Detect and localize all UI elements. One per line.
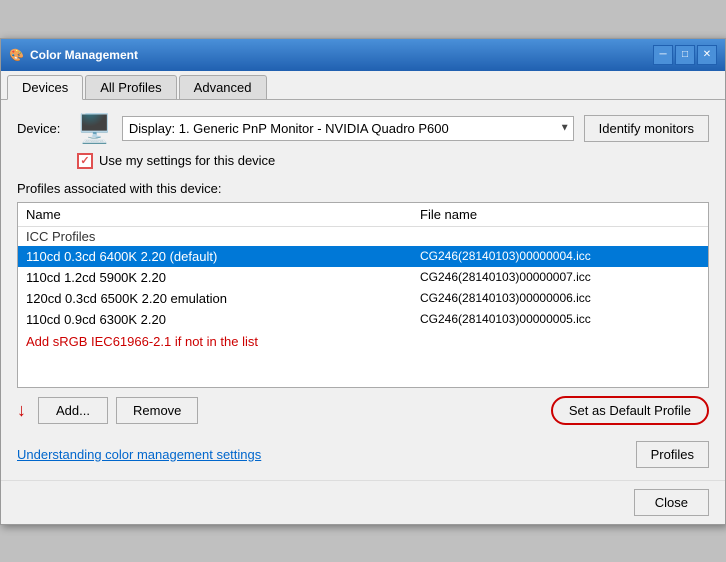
close-title-button[interactable]: ✕ [697,45,717,65]
checkbox-label: Use my settings for this device [99,153,275,168]
remove-button[interactable]: Remove [116,397,198,424]
table-row[interactable]: 110cd 0.3cd 6400K 2.20 (default) CG246(2… [18,246,708,267]
identify-monitors-button[interactable]: Identify monitors [584,115,709,142]
row-filename: CG246(28140103)00000005.icc [420,312,700,327]
profiles-table: Name File name ICC Profiles 110cd 0.3cd … [17,202,709,388]
set-default-wrapper: Set as Default Profile [551,396,709,425]
icc-profiles-group-header: ICC Profiles [18,227,708,246]
column-name-header: Name [26,207,420,222]
row-filename: CG246(28140103)00000004.icc [420,249,700,264]
device-row: Device: 🖥️ Display: 1. Generic PnP Monit… [17,112,709,145]
table-header: Name File name [18,203,708,227]
maximize-button[interactable]: □ [675,45,695,65]
minimize-button[interactable]: ─ [653,45,673,65]
profiles-button[interactable]: Profiles [636,441,709,468]
color-management-window: 🎨 Color Management ─ □ ✕ Devices All Pro… [0,38,726,525]
row-filename: CG246(28140103)00000007.icc [420,270,700,285]
title-bar: 🎨 Color Management ─ □ ✕ [1,39,725,71]
main-content: Device: 🖥️ Display: 1. Generic PnP Monit… [1,100,725,480]
tab-all-profiles[interactable]: All Profiles [85,75,176,99]
bottom-buttons: ↓ Add... Remove Set as Default Profile [17,396,709,425]
understanding-link[interactable]: Understanding color management settings [17,447,261,462]
checkbox-row: ✓ Use my settings for this device [77,153,709,169]
window-title: Color Management [30,48,138,62]
profiles-section-label: Profiles associated with this device: [17,181,709,196]
close-button[interactable]: Close [634,489,709,516]
checkmark-icon: ✓ [80,154,89,167]
device-select[interactable]: Display: 1. Generic PnP Monitor - NVIDIA… [122,116,574,141]
add-button[interactable]: Add... [38,397,108,424]
table-row[interactable]: 110cd 1.2cd 5900K 2.20 CG246(28140103)00… [18,267,708,288]
set-default-button[interactable]: Set as Default Profile [551,396,709,425]
row-name: 110cd 0.9cd 6300K 2.20 [26,312,420,327]
tab-advanced[interactable]: Advanced [179,75,267,99]
title-bar-left: 🎨 Color Management [9,48,138,62]
tab-devices[interactable]: Devices [7,75,83,100]
row-name: 110cd 0.3cd 6400K 2.20 (default) [26,249,420,264]
close-row: Close [1,480,725,524]
btn-group-left: ↓ Add... Remove [17,397,198,424]
use-settings-checkbox[interactable]: ✓ [77,153,93,169]
tabs-bar: Devices All Profiles Advanced [1,71,725,100]
column-filename-header: File name [420,207,700,222]
row-filename: CG246(28140103)00000006.icc [420,291,700,306]
device-select-container: Display: 1. Generic PnP Monitor - NVIDIA… [122,116,574,141]
table-row[interactable]: 110cd 0.9cd 6300K 2.20 CG246(28140103)00… [18,309,708,330]
table-row[interactable]: 120cd 0.3cd 6500K 2.20 emulation CG246(2… [18,288,708,309]
device-label: Device: [17,121,67,136]
monitor-icon: 🖥️ [77,112,112,145]
row-name: 120cd 0.3cd 6500K 2.20 emulation [26,291,420,306]
add-srgb-note: Add sRGB IEC61966-2.1 if not in the list [18,330,708,353]
title-controls: ─ □ ✕ [653,45,717,65]
footer-row: Understanding color management settings … [17,435,709,468]
row-name: 110cd 1.2cd 5900K 2.20 [26,270,420,285]
add-arrow-icon: ↓ [17,400,26,421]
table-body: ICC Profiles 110cd 0.3cd 6400K 2.20 (def… [18,227,708,387]
window-icon: 🎨 [9,48,24,62]
